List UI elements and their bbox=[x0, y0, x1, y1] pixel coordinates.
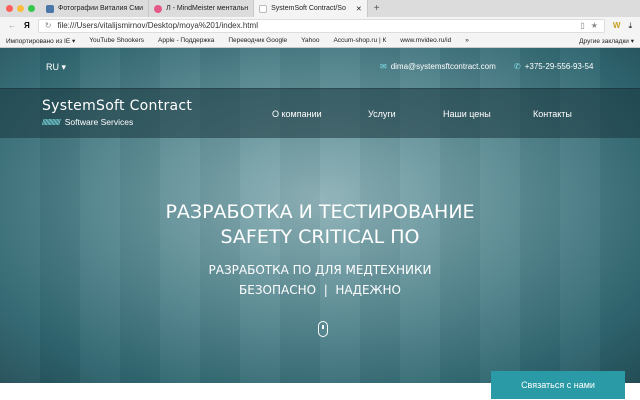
more-bookmarks[interactable]: » bbox=[465, 37, 469, 44]
yandex-icon[interactable]: Я bbox=[24, 21, 30, 30]
email-link[interactable]: ✉ dima@systemsftcontract.com bbox=[380, 62, 496, 71]
logo-title: SystemSoft Contract bbox=[42, 98, 193, 114]
close-tab-icon[interactable]: ✕ bbox=[356, 5, 362, 13]
nav-about[interactable]: О компании bbox=[272, 109, 322, 119]
bookmark[interactable]: Apple - Поддержка bbox=[158, 37, 214, 44]
page-icon[interactable]: ▯ bbox=[580, 21, 584, 30]
browser-tabbar: Фотографии Виталия Сми Л - MindMeister м… bbox=[0, 0, 640, 17]
bookmark[interactable]: Переводчик Google bbox=[228, 37, 287, 44]
download-icon[interactable]: ⤓ bbox=[628, 21, 632, 31]
nav-contacts[interactable]: Контакты bbox=[533, 109, 572, 119]
close-window-icon[interactable] bbox=[6, 5, 13, 12]
browser-toolbar: ← Я ↻ file:///Users/vitalijsmirnov/Deskt… bbox=[0, 17, 640, 34]
bookmarks-bar: Импортировано из IE ▾ YouTube Shookers A… bbox=[0, 34, 640, 48]
address-bar[interactable]: ↻ file:///Users/vitalijsmirnov/Desktop/m… bbox=[37, 18, 605, 33]
mail-icon: ✉ bbox=[380, 62, 387, 71]
tab-mindmeister[interactable]: Л - MindMeister ментальн bbox=[149, 0, 255, 17]
hero-headline: РАЗРАБОТКА И ТЕСТИРОВАНИЕ SAFETY CRITICA… bbox=[0, 200, 640, 250]
email-text: dima@systemsftcontract.com bbox=[390, 62, 496, 71]
extension-icon[interactable]: W bbox=[613, 21, 621, 30]
vk-favicon-icon bbox=[46, 4, 54, 13]
bookmark[interactable]: Accum-shop.ru | К bbox=[333, 37, 386, 44]
phone-text: +375-29-556-93-54 bbox=[524, 62, 594, 71]
headline-line1: РАЗРАБОТКА И ТЕСТИРОВАНИЕ bbox=[165, 201, 475, 223]
contact-us-button[interactable]: Связаться с нами bbox=[491, 371, 625, 399]
language-label: RU bbox=[46, 62, 59, 72]
bookmark[interactable]: Импортировано из IE ▾ bbox=[6, 37, 75, 45]
minimize-window-icon[interactable] bbox=[17, 5, 24, 12]
hero-subheadline: РАЗРАБОТКА ПО ДЛЯ МЕДТЕХНИКИ БЕЗОПАСНО |… bbox=[0, 260, 640, 300]
bookmark[interactable]: Yahoo bbox=[301, 37, 319, 44]
tab-label: Фотографии Виталия Сми bbox=[58, 5, 144, 12]
other-bookmarks[interactable]: Другие закладки ▾ bbox=[579, 37, 634, 45]
mindmeister-favicon-icon bbox=[154, 4, 163, 13]
subheadline-line2: БЕЗОПАСНО | НАДЕЖНО bbox=[239, 283, 401, 297]
tab-vk[interactable]: Фотографии Виталия Сми bbox=[41, 0, 150, 17]
star-icon[interactable]: ★ bbox=[591, 21, 598, 30]
tab-systemsoft[interactable]: SystemSoft Contract/So ✕ bbox=[254, 0, 368, 17]
logo-subtitle: Software Services bbox=[64, 117, 134, 127]
phone-icon: ✆ bbox=[514, 62, 521, 71]
logo[interactable]: SystemSoft Contract /////////////Softwar… bbox=[42, 98, 192, 127]
window-controls[interactable] bbox=[0, 5, 41, 12]
back-icon[interactable]: ← bbox=[8, 21, 16, 30]
bookmark[interactable]: www.mvideo.ru/id bbox=[400, 37, 451, 44]
address-text: file:///Users/vitalijsmirnov/Desktop/moy… bbox=[57, 21, 258, 30]
bookmark[interactable]: YouTube Shookers bbox=[89, 37, 144, 44]
headline-line2: SAFETY CRITICAL ПО bbox=[220, 226, 420, 248]
hero-section: RU ▾ ✉ dima@systemsftcontract.com ✆ +375-2… bbox=[0, 48, 640, 383]
tab-label: SystemSoft Contract/So bbox=[271, 5, 346, 12]
tab-label: Л - MindMeister ментальн bbox=[166, 5, 249, 12]
logo-slashes: ///////////// bbox=[42, 117, 61, 127]
nav-prices[interactable]: Наши цены bbox=[443, 109, 491, 119]
scroll-down-mouse-icon[interactable] bbox=[318, 321, 328, 337]
new-tab-icon[interactable]: + bbox=[368, 3, 386, 14]
contact-bar: RU ▾ ✉ dima@systemsftcontract.com ✆ +375-2… bbox=[0, 48, 640, 88]
reload-icon[interactable]: ↻ bbox=[45, 21, 52, 30]
page-favicon-icon bbox=[259, 4, 268, 13]
subheadline-line1: РАЗРАБОТКА ПО ДЛЯ МЕДТЕХНИКИ bbox=[208, 263, 432, 277]
maximize-window-icon[interactable] bbox=[28, 5, 35, 12]
phone-link[interactable]: ✆ +375-29-556-93-54 bbox=[514, 62, 593, 71]
main-nav: SystemSoft Contract /////////////Softwar… bbox=[0, 88, 640, 138]
nav-services[interactable]: Услуги bbox=[368, 109, 396, 119]
language-select[interactable]: RU ▾ bbox=[46, 62, 66, 73]
